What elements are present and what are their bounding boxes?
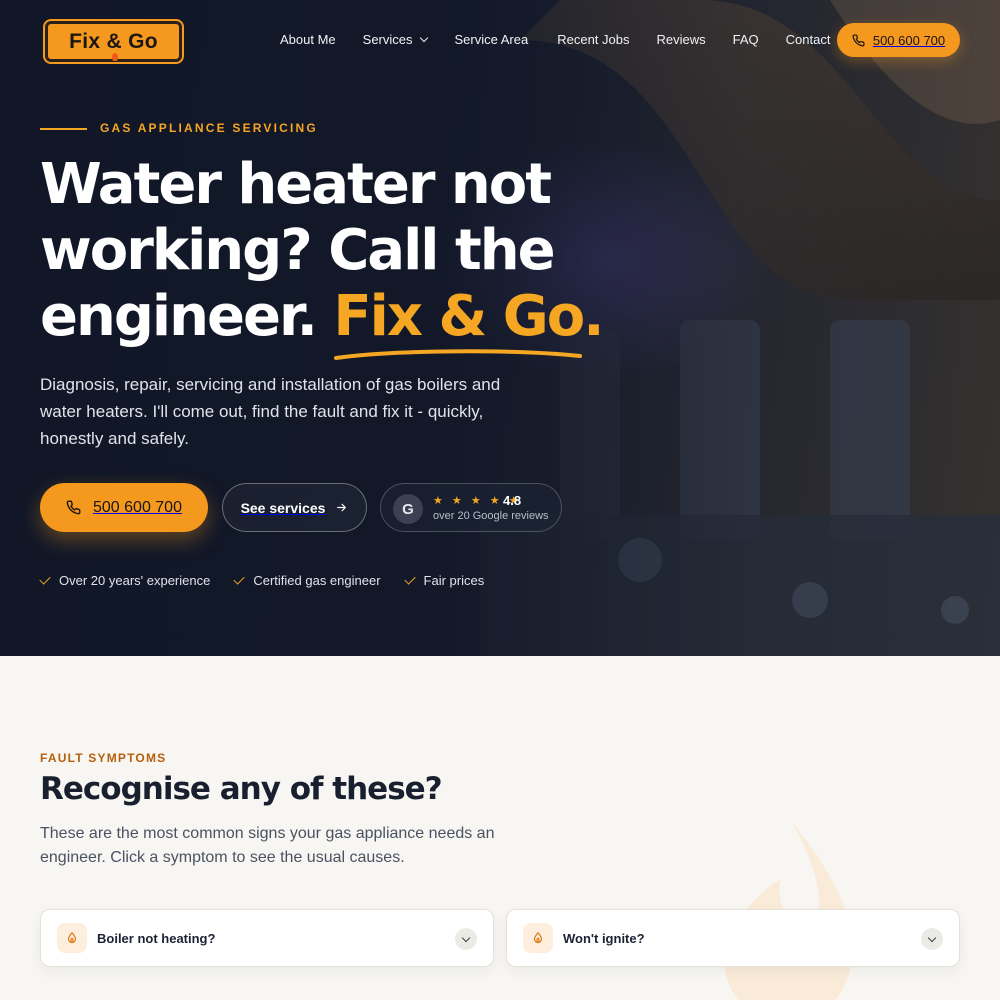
- header-call-button[interactable]: 500 600 700: [837, 23, 960, 57]
- nav-service-area[interactable]: Service Area: [455, 32, 529, 47]
- nav-services[interactable]: Services: [362, 32, 428, 47]
- check-icon: [403, 573, 416, 585]
- hero-call-label: 500 600 700: [93, 498, 182, 516]
- headline-line-2: working? Call the: [40, 218, 556, 283]
- nav-contact[interactable]: Contact: [786, 32, 831, 47]
- nav-recent-jobs[interactable]: Recent Jobs: [557, 32, 629, 47]
- main-nav: About Me Services Service Area Recent Jo…: [280, 32, 830, 47]
- feature-label: Fair prices: [423, 573, 485, 588]
- nav-reviews[interactable]: Reviews: [656, 32, 705, 47]
- feature-list: Over 20 years' experience Certified gas …: [39, 573, 485, 588]
- feature-label: Certified gas engineer: [253, 573, 381, 588]
- google-reviews-badge[interactable]: G ★ ★ ★ ★ ★ 4.8 over 20 Google reviews: [380, 483, 562, 532]
- chevron-down-icon[interactable]: [455, 928, 477, 950]
- chevron-down-icon[interactable]: [921, 928, 943, 950]
- logo-text: Fix & Go: [69, 29, 158, 53]
- arrow-right-icon: [337, 503, 347, 512]
- symptom-card-wont-ignite[interactable]: Won't ignite?: [506, 909, 960, 967]
- phone-icon: [66, 500, 81, 515]
- nav-services-label: Services: [362, 32, 413, 47]
- see-services-button[interactable]: See services: [222, 483, 367, 532]
- check-icon: [39, 573, 51, 585]
- section-title: Recognise any of these?: [40, 771, 443, 807]
- phone-icon: [852, 33, 865, 46]
- rating-value: 4.8: [503, 493, 522, 508]
- hero-kicker: GAS APPLIANCE SERVICING: [100, 121, 318, 135]
- nav-faq[interactable]: FAQ: [733, 32, 759, 47]
- section-description: These are the most common signs your gas…: [40, 825, 495, 866]
- hero-description: Diagnosis, repair, servicing and install…: [40, 375, 501, 448]
- chevron-down-icon: [419, 33, 428, 42]
- flame-icon: [57, 923, 87, 953]
- nav-about-me[interactable]: About Me: [280, 32, 336, 47]
- kicker-divider: [40, 128, 87, 130]
- headline-line-1: Water heater not: [40, 152, 552, 217]
- check-icon: [233, 573, 246, 585]
- hero-headline: Water heater not working? Call the engin…: [40, 152, 640, 360]
- reviews-count: over 20 Google reviews: [433, 510, 549, 522]
- see-services-label: See services: [240, 499, 326, 516]
- feature-label: Over 20 years' experience: [59, 573, 211, 588]
- feature-item: Certified gas engineer: [233, 573, 381, 588]
- hero-call-button[interactable]: 500 600 700: [40, 483, 208, 532]
- headline-line-3: engineer.: [40, 284, 318, 349]
- flame-icon: [112, 53, 118, 61]
- flame-icon: [523, 923, 553, 953]
- google-icon: G: [393, 494, 423, 524]
- headline-accent: Fix & Go.: [333, 284, 604, 360]
- symptom-label: Boiler not heating?: [97, 930, 216, 946]
- header-call-label: 500 600 700: [872, 32, 946, 48]
- symptom-card-boiler-not-heating[interactable]: Boiler not heating?: [40, 909, 494, 967]
- underline-swash: [334, 349, 583, 360]
- headline-accent-text: Fix & Go.: [333, 284, 604, 349]
- site-logo[interactable]: Fix & Go: [45, 21, 182, 62]
- feature-item: Fair prices: [403, 573, 485, 588]
- symptom-label: Won't ignite?: [563, 930, 645, 946]
- section-kicker: FAULT SYMPTOMS: [40, 751, 167, 765]
- feature-item: Over 20 years' experience: [39, 573, 211, 588]
